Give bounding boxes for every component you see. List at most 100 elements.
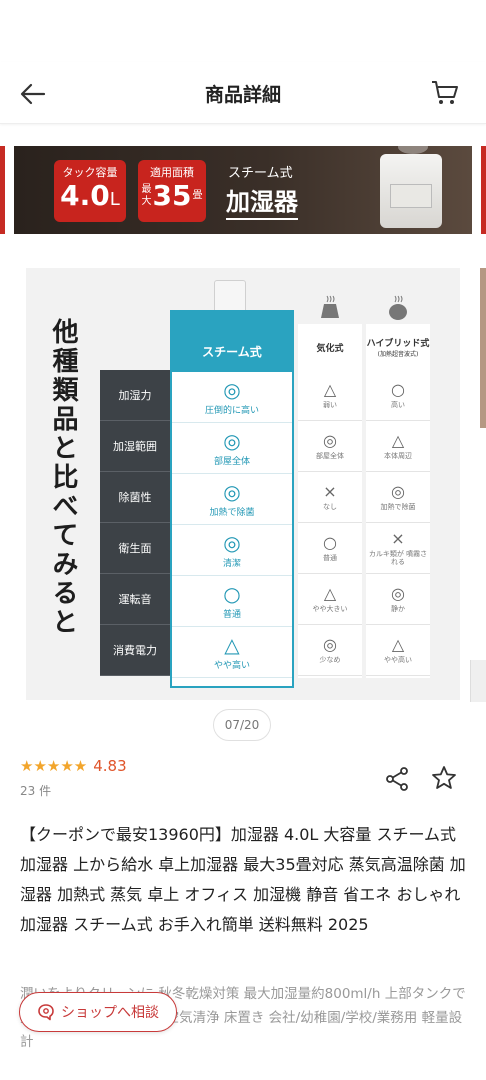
- shop-consult-button[interactable]: ショップへ相談: [19, 992, 177, 1032]
- rating-note: 少なめ: [319, 656, 341, 664]
- favorite-star-icon[interactable]: [430, 764, 458, 792]
- rating-note: 圧倒的に高い: [204, 405, 259, 416]
- rating-symbol: △: [323, 584, 337, 603]
- next-image-peek-lower: [470, 660, 486, 702]
- rating-symbol: △: [224, 632, 240, 657]
- rating-symbol: ◎: [391, 584, 405, 603]
- rating-note: なし: [323, 503, 337, 511]
- rating-symbol: ×: [323, 482, 337, 501]
- rating-note: 本体周辺: [384, 452, 412, 460]
- capacity-value: 4.0: [60, 179, 110, 212]
- rating-note: 加熱で除菌: [209, 507, 255, 518]
- rating-note: 普通: [222, 609, 241, 620]
- comparison-cell: ◎ 清潔: [172, 525, 292, 576]
- steam-shape: [398, 146, 428, 154]
- rating-note: 清潔: [222, 558, 241, 569]
- rating-symbol: △: [323, 380, 337, 399]
- comparison-side-text: 他種類品と比べてみると: [48, 318, 78, 637]
- shop-consult-label: ショップへ相談: [61, 1005, 159, 1021]
- capacity-badge: タック容量 4.0L: [54, 160, 126, 222]
- rating-row[interactable]: ★★★★★ 4.83: [20, 757, 127, 775]
- rating-symbol: ○: [223, 581, 241, 606]
- rating-note: 静か: [391, 605, 405, 613]
- hybrid-column-header: ハイブリッド式 (加熱超音波式): [366, 324, 430, 370]
- capacity-unit: L: [109, 189, 120, 210]
- device-window: [390, 184, 432, 208]
- rating-symbol: ◎: [223, 530, 241, 555]
- share-icon[interactable]: [384, 766, 410, 792]
- rating-score: 4.83: [93, 757, 127, 775]
- type-main: 加湿器: [226, 182, 298, 220]
- image-counter: 07/20: [213, 709, 271, 741]
- area-prefix: 最大: [141, 184, 152, 207]
- banner-edge-left: [0, 146, 5, 234]
- rating-symbol: ◎: [223, 428, 241, 453]
- evaporative-column-header: 気化式: [298, 324, 362, 370]
- rating-symbol: ◎: [223, 479, 241, 504]
- hybrid-icon: [389, 295, 407, 320]
- comparison-cell: △ やや高い: [172, 627, 292, 678]
- rating-note: 弱い: [323, 401, 337, 409]
- comparison-cell: ○ 高い: [366, 370, 430, 421]
- rating-symbol: ○: [391, 380, 405, 399]
- cart-icon[interactable]: [430, 78, 460, 108]
- row-label: 加湿力: [100, 370, 170, 421]
- comparison-cell: ◎ 少なめ: [298, 625, 362, 676]
- row-labels: 加湿力 加湿範囲 除菌性 衛生面 運転音 消費電力: [100, 370, 170, 676]
- chat-icon: [38, 1004, 54, 1021]
- comparison-cell: ◎ 圧倒的に高い: [172, 372, 292, 423]
- top-bar: 商品詳細: [0, 62, 486, 124]
- comparison-cell: ◎ 部屋全体: [172, 423, 292, 474]
- rating-note: 部屋全体: [316, 452, 344, 460]
- comparison-cell: ◎ 部屋全体: [298, 421, 362, 472]
- row-label: 加湿範囲: [100, 421, 170, 472]
- area-badge: 適用面積 最大 35 畳: [138, 160, 206, 222]
- promo-banner[interactable]: タック容量 4.0L 適用面積 最大 35 畳 スチーム式 加湿器: [14, 146, 472, 234]
- row-label: 除菌性: [100, 472, 170, 523]
- comparison-cell: ○ 普通: [172, 576, 292, 627]
- rating-symbol: ◎: [391, 482, 405, 501]
- rating-note: 普通: [323, 554, 337, 562]
- rating-note: 部屋全体: [213, 456, 250, 467]
- comparison-cell: △ やや大きい: [298, 574, 362, 625]
- row-label: 消費電力: [100, 625, 170, 676]
- star-rating-icon: ★★★★★: [20, 757, 88, 775]
- area-unit: 畳: [192, 190, 203, 201]
- rating-symbol: ◎: [323, 635, 337, 654]
- comparison-cell: ◎ 加熱で除菌: [366, 472, 430, 523]
- comparison-cell: △ 本体周辺: [366, 421, 430, 472]
- rating-symbol: △: [391, 635, 405, 654]
- area-value: 35: [152, 179, 192, 212]
- hybrid-column: ハイブリッド式 (加熱超音波式) ○ 高い △ 本体周辺 ◎ 加熱で除菌 × カルキ類が…: [366, 324, 430, 678]
- comparison-cell: ◎ 加熱で除菌: [172, 474, 292, 525]
- comparison-cell: ◎ 静か: [366, 574, 430, 625]
- rating-symbol: ○: [323, 533, 337, 552]
- review-count[interactable]: 23 件: [20, 782, 51, 799]
- evaporative-icon: [321, 295, 339, 318]
- comparison-cell: × なし: [298, 472, 362, 523]
- comparison-cell: × カルキ類が 噴霧される: [366, 523, 430, 574]
- humidifier-image: [380, 146, 442, 228]
- banner-edge-right: [481, 146, 486, 234]
- evaporative-column: 気化式 △ 弱い ◎ 部屋全体 × なし ○ 普通 △ やや大きい ◎ 少なめ: [298, 324, 362, 678]
- rating-symbol: ×: [391, 529, 405, 548]
- evaporative-header-label: 気化式: [316, 343, 344, 354]
- rating-note: 高い: [391, 401, 405, 409]
- comparison-cell: ○ 普通: [298, 523, 362, 574]
- comparison-image[interactable]: 他種類品と比べてみると 加湿力 加湿範囲 除菌性 衛生面 運転音 消費電力 スチ…: [26, 268, 460, 700]
- rating-symbol: ◎: [223, 377, 241, 402]
- steam-column: スチーム式 ◎ 圧倒的に高い ◎ 部屋全体 ◎ 加熱で除菌 ◎ 清潔 ○ 普通 △ やや高い: [170, 310, 294, 688]
- next-image-peek: [480, 268, 486, 428]
- comparison-cell: △ 弱い: [298, 370, 362, 421]
- rating-note: やや高い: [384, 656, 412, 664]
- rating-symbol: ◎: [323, 431, 337, 450]
- row-label: 衛生面: [100, 523, 170, 574]
- rating-note: カルキ類が 噴霧される: [368, 550, 428, 566]
- steam-column-header: スチーム式: [172, 312, 292, 372]
- hybrid-header-sub: (加熱超音波式): [377, 351, 419, 358]
- page-title: 商品詳細: [204, 84, 281, 106]
- hybrid-header-label: ハイブリッド式: [366, 339, 430, 349]
- row-label: 運転音: [100, 574, 170, 625]
- rating-symbol: △: [391, 431, 405, 450]
- area-caption: 適用面積: [150, 166, 194, 179]
